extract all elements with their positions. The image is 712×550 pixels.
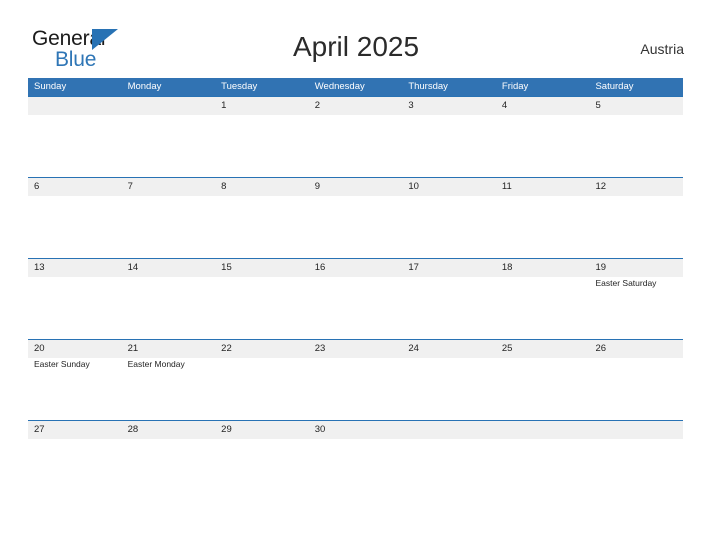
- day-number: 11: [501, 181, 512, 192]
- calendar-day-cell[interactable]: 29: [215, 421, 309, 502]
- calendar-day-cell[interactable]: 6: [28, 178, 122, 259]
- calendar-day-cell[interactable]: 15: [215, 259, 309, 340]
- calendar-day-cell[interactable]: 22: [215, 340, 309, 421]
- calendar-day-cell[interactable]: 25: [496, 340, 590, 421]
- calendar-day-cell[interactable]: 17: [402, 259, 496, 340]
- calendar-day-cell[interactable]: 1: [215, 97, 309, 178]
- calendar-day-cell[interactable]: 12: [589, 178, 683, 259]
- calendar-day-cell[interactable]: 8: [215, 178, 309, 259]
- country-label: Austria: [640, 41, 684, 57]
- calendar-day-cell[interactable]: [402, 421, 496, 502]
- weekday-header-monday: Monday: [127, 81, 162, 92]
- calendar-day-cell[interactable]: 26: [589, 340, 683, 421]
- calendar-day-cell[interactable]: 18: [496, 259, 590, 340]
- calendar-day-cell[interactable]: 4: [496, 97, 590, 178]
- calendar-day-cell[interactable]: [496, 421, 590, 502]
- day-number: 20: [34, 343, 45, 354]
- day-number: 29: [221, 424, 232, 435]
- calendar-day-cell[interactable]: 10: [402, 178, 496, 259]
- page-title: April 2025: [292, 31, 420, 62]
- calendar-day-cell[interactable]: 19 Easter Saturday: [589, 259, 683, 340]
- day-number: 17: [408, 262, 419, 273]
- day-number: 4: [501, 100, 508, 111]
- day-number: 10: [408, 181, 419, 192]
- calendar-day-cell[interactable]: 11: [496, 178, 590, 259]
- calendar-day-cell[interactable]: [28, 97, 122, 178]
- day-number: 24: [408, 343, 419, 354]
- calendar-day-cell[interactable]: 14: [122, 259, 216, 340]
- weekday-header-row: Sunday Monday Tuesday Wednesday Thursday…: [28, 78, 683, 96]
- calendar-day-cell[interactable]: 16: [309, 259, 403, 340]
- calendar-grid: Sunday Monday Tuesday Wednesday Thursday…: [28, 78, 683, 501]
- day-number: 21: [127, 343, 139, 354]
- day-event: Easter Sunday: [34, 359, 90, 369]
- day-number: 14: [127, 262, 139, 273]
- day-number: 25: [501, 343, 513, 354]
- calendar-week-row: 1 2 3 4 5: [28, 96, 683, 177]
- calendar-day-cell[interactable]: 20 Easter Sunday: [28, 340, 122, 421]
- day-number: 8: [221, 181, 227, 192]
- day-number: 7: [127, 181, 133, 192]
- day-number: 28: [127, 424, 139, 435]
- day-number: 16: [314, 262, 326, 273]
- day-number: 9: [314, 181, 321, 192]
- calendar-day-cell[interactable]: [589, 421, 683, 502]
- calendar-day-cell[interactable]: 27: [28, 421, 122, 502]
- day-number: 12: [595, 181, 607, 192]
- day-number: 30: [314, 424, 326, 435]
- calendar-day-cell[interactable]: 28: [122, 421, 216, 502]
- day-number: 27: [34, 424, 45, 435]
- day-event: Easter Saturday: [595, 278, 657, 288]
- day-number: 22: [221, 343, 232, 354]
- weekday-header-tuesday: Tuesday: [221, 81, 258, 92]
- calendar-day-cell[interactable]: 24: [402, 340, 496, 421]
- day-number: 13: [34, 262, 45, 273]
- calendar-day-cell[interactable]: 9: [309, 178, 403, 259]
- calendar-day-cell[interactable]: 30: [309, 421, 403, 502]
- calendar-week-row: 13 14 15 16 17 18 19 Easter Saturday: [28, 258, 683, 339]
- day-number: 2: [314, 100, 321, 111]
- weekday-header-thursday: Thursday: [408, 81, 448, 92]
- day-number: 5: [595, 100, 601, 111]
- calendar-day-cell[interactable]: [122, 97, 216, 178]
- calendar-day-cell[interactable]: 5: [589, 97, 683, 178]
- calendar-week-row: 6 7 8 9 10 11 12: [28, 177, 683, 258]
- day-number: 23: [314, 343, 326, 354]
- day-number: 19: [595, 262, 607, 273]
- calendar-day-cell[interactable]: 21 Easter Monday: [122, 340, 216, 421]
- page-header: General Blue April 2025 Austria: [0, 0, 712, 78]
- calendar-day-cell[interactable]: 23: [309, 340, 403, 421]
- calendar-day-cell[interactable]: 13: [28, 259, 122, 340]
- day-event: Easter Monday: [127, 359, 185, 369]
- calendar-week-row: 20 Easter Sunday 21 Easter Monday 22 23 …: [28, 339, 683, 420]
- calendar-day-cell[interactable]: 7: [122, 178, 216, 259]
- day-number: 3: [408, 100, 414, 111]
- day-number: 6: [34, 181, 40, 192]
- day-number: 15: [221, 262, 232, 273]
- calendar-week-row: 27 28 29 30: [28, 420, 683, 501]
- day-number: 18: [501, 262, 513, 273]
- day-number: 1: [221, 100, 227, 111]
- calendar-day-cell[interactable]: 2: [309, 97, 403, 178]
- weekday-header-sunday: Sunday: [34, 81, 67, 92]
- weekday-header-saturday: Saturday: [595, 81, 634, 92]
- day-number: 26: [595, 343, 607, 354]
- weekday-header-wednesday: Wednesday: [314, 81, 365, 92]
- weekday-header-friday: Friday: [501, 81, 529, 92]
- calendar-day-cell[interactable]: 3: [402, 97, 496, 178]
